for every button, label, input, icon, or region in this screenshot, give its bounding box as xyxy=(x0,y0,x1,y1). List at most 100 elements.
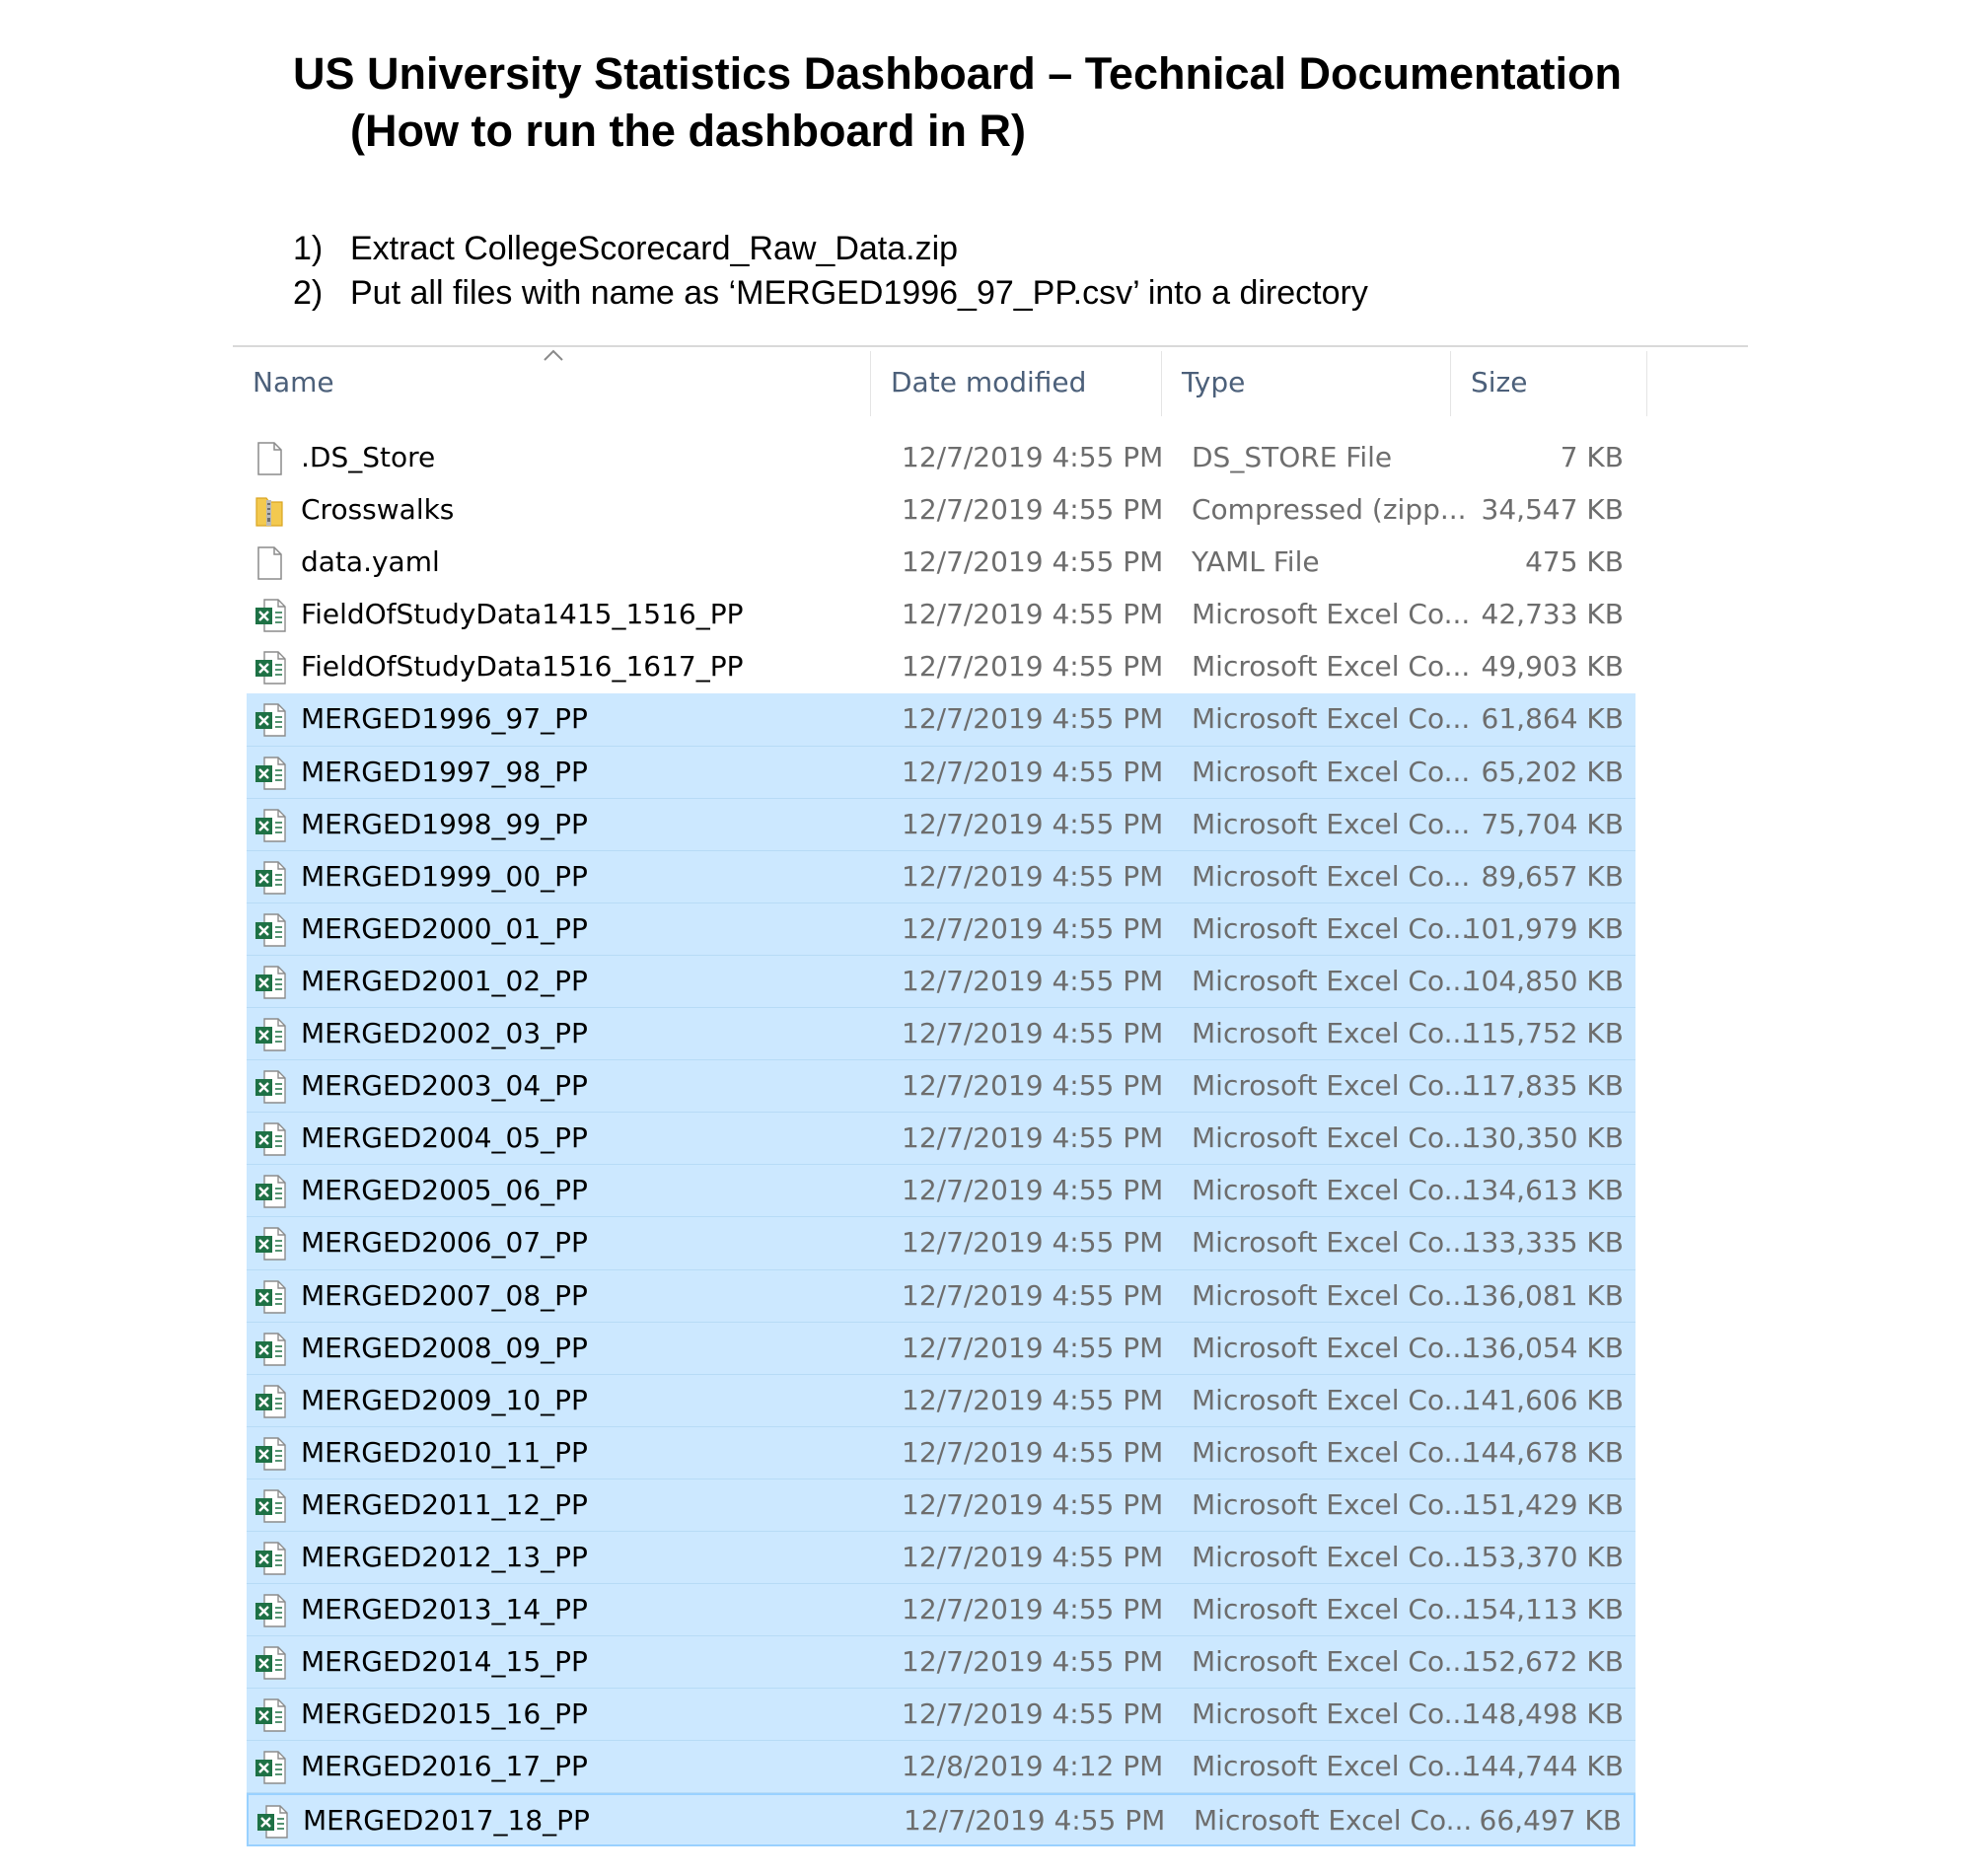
file-name: MERGED2000_01_PP xyxy=(301,911,588,945)
blank-file-icon xyxy=(254,442,286,475)
file-date-modified: 12/7/2019 4:55 PM xyxy=(902,1593,1164,1626)
column-header-date[interactable]: Date modified xyxy=(871,351,1162,416)
file-row[interactable]: FieldOfStudyData1415_1516_PP 12/7/2019 4:… xyxy=(247,589,1635,641)
file-type: Microsoft Excel Co... xyxy=(1192,1383,1471,1416)
file-type: Compressed (zipp... xyxy=(1192,493,1467,527)
file-size: 49,903 KB xyxy=(1481,650,1624,684)
file-size: 42,733 KB xyxy=(1481,598,1624,631)
file-date-modified: 12/7/2019 4:55 PM xyxy=(902,1383,1164,1416)
file-row[interactable]: MERGED2016_17_PP 12/8/2019 4:12 PM Microso… xyxy=(247,1741,1635,1794)
file-type: Microsoft Excel Co... xyxy=(1192,807,1471,840)
file-date-modified: 12/7/2019 4:55 PM xyxy=(902,545,1164,579)
step-number: 2) xyxy=(293,274,324,312)
file-name: MERGED1999_00_PP xyxy=(301,859,588,893)
file-name: MERGED2007_08_PP xyxy=(301,1278,588,1312)
file-size: 61,864 KB xyxy=(1481,702,1624,736)
file-row[interactable]: MERGED2017_18_PP 12/7/2019 4:55 PM Microso… xyxy=(247,1793,1635,1846)
file-size: 144,678 KB xyxy=(1463,1435,1624,1469)
file-row[interactable]: MERGED2004_05_PP 12/7/2019 4:55 PM Microso… xyxy=(247,1113,1635,1166)
file-name: MERGED2004_05_PP xyxy=(301,1121,588,1155)
file-type: Microsoft Excel Co... xyxy=(1192,859,1471,893)
file-date-modified: 12/7/2019 4:55 PM xyxy=(902,1017,1164,1050)
file-row[interactable]: MERGED2002_03_PP 12/7/2019 4:55 PM Microso… xyxy=(247,1008,1635,1061)
file-row[interactable]: Crosswalks 12/7/2019 4:55 PM Compressed (z… xyxy=(247,484,1635,537)
excel-file-icon xyxy=(254,1070,286,1104)
file-type: Microsoft Excel Co... xyxy=(1194,1804,1473,1838)
file-row[interactable]: MERGED1998_99_PP 12/7/2019 4:55 PM Microso… xyxy=(247,798,1635,851)
file-name: MERGED2013_14_PP xyxy=(301,1593,588,1626)
file-row[interactable]: MERGED2005_06_PP 12/7/2019 4:55 PM Microso… xyxy=(247,1165,1635,1218)
column-header-size[interactable]: Size xyxy=(1451,351,1647,416)
file-name: MERGED2015_16_PP xyxy=(301,1697,588,1731)
file-explorer-list: Name Date modified Type Size .DS_Store 12… xyxy=(233,345,1748,1846)
file-row[interactable]: MERGED2012_13_PP 12/7/2019 4:55 PM Microso… xyxy=(247,1531,1635,1585)
excel-file-icon xyxy=(254,756,286,790)
file-name: MERGED2006_07_PP xyxy=(301,1226,588,1260)
header-divider xyxy=(233,345,1748,347)
file-row[interactable]: MERGED2015_16_PP 12/7/2019 4:55 PM Microso… xyxy=(247,1689,1635,1742)
excel-file-icon xyxy=(254,861,286,895)
file-date-modified: 12/7/2019 4:55 PM xyxy=(902,702,1164,736)
file-type: Microsoft Excel Co... xyxy=(1192,1069,1471,1103)
file-size: 475 KB xyxy=(1525,545,1624,579)
document-title-line1: US University Statistics Dashboard – Tec… xyxy=(293,48,1623,99)
file-size: 104,850 KB xyxy=(1463,964,1624,997)
file-row[interactable]: MERGED1999_00_PP 12/7/2019 4:55 PM Microso… xyxy=(247,850,1635,903)
file-type: Microsoft Excel Co... xyxy=(1192,1226,1471,1260)
file-name: MERGED1997_98_PP xyxy=(301,755,588,788)
file-size: 66,497 KB xyxy=(1479,1804,1622,1838)
file-row[interactable]: MERGED1997_98_PP 12/7/2019 4:55 PM Microso… xyxy=(247,746,1635,799)
file-type: Microsoft Excel Co... xyxy=(1192,1645,1471,1679)
file-name: MERGED2016_17_PP xyxy=(301,1750,588,1783)
file-row[interactable]: MERGED2011_12_PP 12/7/2019 4:55 PM Microso… xyxy=(247,1479,1635,1532)
excel-file-icon xyxy=(254,651,286,685)
excel-file-icon xyxy=(254,1437,286,1471)
file-date-modified: 12/7/2019 4:55 PM xyxy=(902,1435,1164,1469)
file-row[interactable]: MERGED2010_11_PP 12/7/2019 4:55 PM Microso… xyxy=(247,1426,1635,1479)
column-header-name[interactable]: Name xyxy=(233,351,871,416)
excel-file-icon xyxy=(254,1018,286,1051)
file-row[interactable]: MERGED2014_15_PP 12/7/2019 4:55 PM Microso… xyxy=(247,1636,1635,1690)
file-date-modified: 12/7/2019 4:55 PM xyxy=(902,1174,1164,1207)
file-size: 151,429 KB xyxy=(1463,1487,1624,1521)
file-row[interactable]: data.yaml 12/7/2019 4:55 PM YAML File 475 K… xyxy=(247,537,1635,589)
file-size: 65,202 KB xyxy=(1481,755,1624,788)
file-name: MERGED1998_99_PP xyxy=(301,807,588,840)
file-name: MERGED2017_18_PP xyxy=(303,1804,590,1838)
file-date-modified: 12/7/2019 4:55 PM xyxy=(902,859,1164,893)
file-row[interactable]: MERGED2009_10_PP 12/7/2019 4:55 PM Microso… xyxy=(247,1374,1635,1427)
step-text: Put all files with name as ‘MERGED1996_9… xyxy=(350,274,1368,312)
file-size: 75,704 KB xyxy=(1481,807,1624,840)
step-number: 1) xyxy=(293,230,324,267)
file-date-modified: 12/7/2019 4:55 PM xyxy=(902,1540,1164,1573)
file-date-modified: 12/7/2019 4:55 PM xyxy=(902,807,1164,840)
file-name: MERGED2010_11_PP xyxy=(301,1435,588,1469)
file-row[interactable]: MERGED2008_09_PP 12/7/2019 4:55 PM Microso… xyxy=(247,1322,1635,1375)
column-header-type[interactable]: Type xyxy=(1162,351,1451,416)
file-size: 148,498 KB xyxy=(1463,1697,1624,1731)
excel-file-icon xyxy=(254,808,286,842)
file-row[interactable]: MERGED2000_01_PP 12/7/2019 4:55 PM Microso… xyxy=(247,902,1635,956)
file-row[interactable]: MERGED2007_08_PP 12/7/2019 4:55 PM Microso… xyxy=(247,1269,1635,1323)
file-row[interactable]: MERGED2001_02_PP 12/7/2019 4:55 PM Microso… xyxy=(247,955,1635,1009)
file-row[interactable]: FieldOfStudyData1516_1617_PP 12/7/2019 4:… xyxy=(247,641,1635,693)
file-type: Microsoft Excel Co... xyxy=(1192,964,1471,997)
excel-file-icon xyxy=(254,1751,286,1785)
instruction-steps: 1) Extract CollegeScorecard_Raw_Data.zip… xyxy=(293,227,1368,316)
file-row[interactable]: MERGED2013_14_PP 12/7/2019 4:55 PM Microso… xyxy=(247,1584,1635,1637)
file-name: MERGED2014_15_PP xyxy=(301,1645,588,1679)
file-row[interactable]: .DS_Store 12/7/2019 4:55 PM DS_STORE File 7… xyxy=(247,432,1635,484)
file-size: 130,350 KB xyxy=(1463,1121,1624,1155)
file-row[interactable]: MERGED2006_07_PP 12/7/2019 4:55 PM Microso… xyxy=(247,1217,1635,1270)
excel-file-icon xyxy=(254,1332,286,1366)
file-size: 154,113 KB xyxy=(1463,1593,1624,1626)
file-type: Microsoft Excel Co... xyxy=(1192,1540,1471,1573)
excel-file-icon xyxy=(254,1279,286,1314)
file-name: data.yaml xyxy=(301,545,440,579)
excel-file-icon xyxy=(254,599,286,632)
file-row[interactable]: MERGED1996_97_PP 12/7/2019 4:55 PM Microso… xyxy=(247,693,1635,747)
file-row[interactable]: MERGED2003_04_PP 12/7/2019 4:55 PM Microso… xyxy=(247,1060,1635,1114)
file-date-modified: 12/7/2019 4:55 PM xyxy=(902,1487,1164,1521)
file-size: 153,370 KB xyxy=(1463,1540,1624,1573)
file-name: MERGED2003_04_PP xyxy=(301,1069,588,1103)
